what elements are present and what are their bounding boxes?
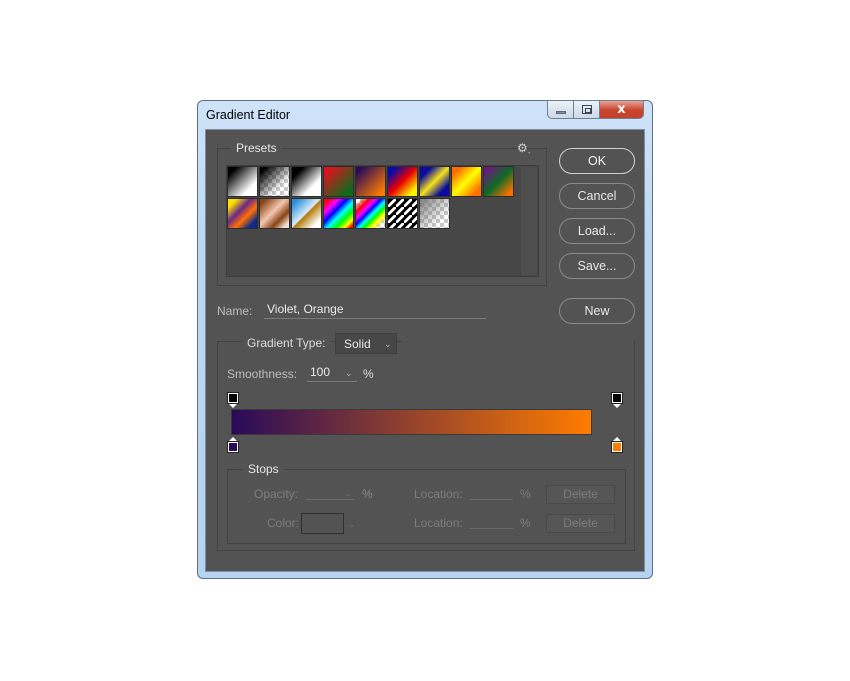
color-stop-right[interactable] bbox=[611, 437, 623, 453]
gradient-bar[interactable] bbox=[231, 409, 592, 435]
minimize-button[interactable] bbox=[547, 100, 574, 119]
opacity-stop-swatch bbox=[611, 392, 623, 404]
preset-swatch[interactable] bbox=[355, 166, 386, 197]
name-label: Name: bbox=[217, 304, 253, 318]
preset-swatch[interactable] bbox=[259, 198, 290, 229]
opacity-unit: % bbox=[362, 487, 373, 501]
close-button[interactable]: x bbox=[600, 100, 644, 119]
preset-swatch[interactable] bbox=[259, 166, 290, 197]
color-stop-swatch bbox=[611, 441, 623, 453]
preset-swatch[interactable] bbox=[291, 198, 322, 229]
presets-label: Presets bbox=[231, 141, 282, 155]
presets-list bbox=[226, 165, 539, 277]
preset-swatch[interactable] bbox=[419, 166, 450, 197]
gradient-type-value: Solid bbox=[344, 337, 371, 351]
opacity-stop-left[interactable] bbox=[227, 392, 239, 408]
opacity-label: Opacity: bbox=[254, 487, 299, 501]
save-button[interactable]: Save... bbox=[559, 253, 635, 279]
preset-swatch[interactable] bbox=[323, 198, 354, 229]
preset-swatch[interactable] bbox=[227, 198, 258, 229]
preset-swatch[interactable] bbox=[227, 166, 258, 197]
opacity-location-label: Location: bbox=[414, 487, 463, 501]
window-title: Gradient Editor bbox=[206, 108, 291, 122]
load-button[interactable]: Load... bbox=[559, 218, 635, 244]
cancel-button[interactable]: Cancel bbox=[559, 183, 635, 209]
chevron-down-icon: ⌄ bbox=[344, 488, 352, 498]
preset-swatch[interactable] bbox=[355, 198, 386, 229]
smoothness-value: 100 bbox=[310, 365, 331, 379]
preset-swatch[interactable] bbox=[387, 198, 418, 229]
smoothness-unit: % bbox=[363, 367, 374, 381]
presets-scrollbar[interactable] bbox=[521, 167, 537, 275]
delete-opacity-stop-button[interactable]: Delete bbox=[546, 485, 615, 504]
preset-swatch[interactable] bbox=[291, 166, 322, 197]
chevron-down-icon: ⌄ bbox=[345, 368, 353, 378]
opacity-input[interactable]: ⌄ bbox=[306, 485, 354, 500]
color-stop-swatch bbox=[227, 441, 239, 453]
chevron-down-icon: ⌄ bbox=[384, 339, 392, 349]
presets-settings-button[interactable]: ⚙˯ bbox=[517, 141, 531, 155]
opacity-location-unit: % bbox=[520, 487, 531, 501]
gradient-type-select[interactable]: Solid ⌄ bbox=[335, 333, 397, 354]
smoothness-input[interactable]: 100 ⌄ bbox=[307, 365, 357, 382]
new-button[interactable]: New bbox=[559, 298, 635, 324]
delete-color-stop-button[interactable]: Delete bbox=[546, 514, 615, 533]
dialog-body: Presets ⚙˯ OK Cancel Load... Save... New… bbox=[205, 129, 645, 572]
color-label: Color: bbox=[267, 516, 300, 530]
opacity-stop-right[interactable] bbox=[611, 392, 623, 408]
minimize-icon bbox=[556, 111, 566, 114]
preset-swatch[interactable] bbox=[451, 166, 482, 197]
color-swatch-picker[interactable] bbox=[301, 513, 344, 534]
opacity-stop-swatch bbox=[227, 392, 239, 404]
close-icon: x bbox=[617, 102, 626, 117]
chevron-down-icon: ⌄ bbox=[348, 519, 356, 529]
gear-icon: ⚙ bbox=[517, 141, 528, 155]
maximize-button[interactable] bbox=[574, 100, 600, 119]
color-location-label: Location: bbox=[414, 516, 463, 530]
color-location-input[interactable] bbox=[470, 514, 513, 529]
gradient-editor-window: Gradient Editor x Presets ⚙˯ OK Cancel L… bbox=[197, 100, 653, 579]
stop-pointer-icon bbox=[612, 403, 622, 408]
ok-button[interactable]: OK bbox=[559, 148, 635, 174]
gradient-type-label: Gradient Type: bbox=[242, 336, 331, 350]
preset-swatch[interactable] bbox=[483, 166, 514, 197]
stops-label: Stops bbox=[243, 462, 284, 476]
color-stop-left[interactable] bbox=[227, 437, 239, 453]
color-location-unit: % bbox=[520, 516, 531, 530]
smoothness-label: Smoothness: bbox=[227, 367, 298, 381]
maximize-icon bbox=[582, 105, 592, 114]
name-input[interactable]: Violet, Orange bbox=[264, 302, 486, 319]
stop-pointer-icon bbox=[228, 403, 238, 408]
caption-buttons: x bbox=[547, 100, 644, 120]
caret-down-icon: ˯ bbox=[527, 144, 531, 154]
opacity-location-input[interactable] bbox=[470, 485, 513, 500]
preset-swatch[interactable] bbox=[419, 198, 450, 229]
name-value: Violet, Orange bbox=[267, 302, 344, 316]
title-bar[interactable]: Gradient Editor x bbox=[198, 100, 652, 129]
preset-swatch[interactable] bbox=[387, 166, 418, 197]
preset-swatch[interactable] bbox=[323, 166, 354, 197]
